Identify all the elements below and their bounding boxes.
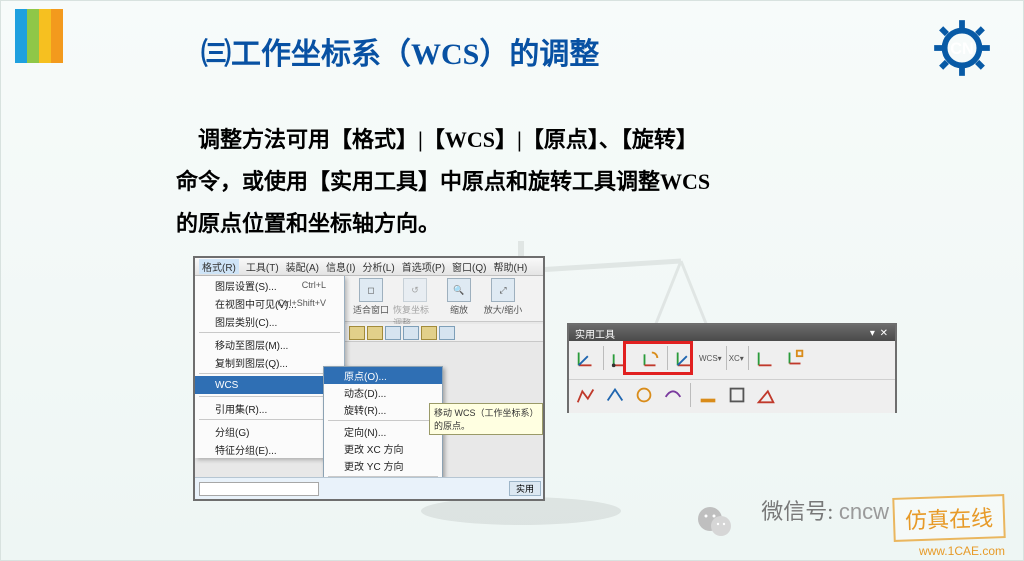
wcs-dropdown-label[interactable]: WCS▾ <box>699 354 722 363</box>
mini-icon-5[interactable] <box>421 326 437 340</box>
dd-copy-layer[interactable]: 复制到图层(Q)... <box>195 353 344 371</box>
color-stripe-decor <box>15 9 63 63</box>
row2-icon-7[interactable] <box>753 382 779 408</box>
dd-layer-settings[interactable]: 图层设置(S)...Ctrl+L <box>195 276 344 294</box>
toolbar-options-icon[interactable]: ▾ ✕ <box>870 328 889 339</box>
toolbar-title: 实用工具 ▾ ✕ <box>569 325 895 341</box>
menu-tools[interactable]: 工具(T) <box>246 259 279 274</box>
watermark-box: 仿真在线 <box>892 494 1005 542</box>
dd-refset[interactable]: 引用集(R)... <box>195 399 344 417</box>
row2-icon-5[interactable] <box>695 382 721 408</box>
dd-sep <box>199 419 340 420</box>
zoom-inout-icon: ⤢ <box>491 278 515 302</box>
sm-orient[interactable]: 定向(N)...▶ <box>324 423 442 440</box>
dd-wcs[interactable]: WCS▶ <box>195 376 344 394</box>
selection-filter[interactable] <box>199 482 319 496</box>
mini-icon-3[interactable] <box>385 326 401 340</box>
menubar: 格式(R) 工具(T) 装配(A) 信息(I) 分析(L) 首选项(P) 窗口(… <box>195 258 543 276</box>
restore-icon: ↺ <box>403 278 427 302</box>
mini-icon-2[interactable] <box>367 326 383 340</box>
selection-bar: 实用 <box>195 477 543 499</box>
zoom-icon: 🔍 <box>447 278 471 302</box>
axis-icon[interactable] <box>573 345 599 371</box>
axis-misc2-icon[interactable] <box>782 345 808 371</box>
slide-title: ㈢工作坐标系（WCS）的调整 <box>201 29 599 73</box>
dd-move-layer[interactable]: 移动至图层(M)... <box>195 335 344 353</box>
menu-prefs[interactable]: 首选项(P) <box>402 259 445 274</box>
row2-icon-2[interactable] <box>602 382 628 408</box>
axis-move-icon[interactable] <box>608 345 634 371</box>
mini-icon-4[interactable] <box>403 326 419 340</box>
zoom-inout-button[interactable]: ⤢ 放大/缩小 <box>481 278 525 316</box>
sm-origin[interactable]: 原点(O)... <box>324 367 442 384</box>
wechat-label: 微信号: cncw <box>761 494 889 526</box>
menu-help[interactable]: 帮助(H) <box>494 259 528 274</box>
sm-sep <box>328 420 438 421</box>
dd-group[interactable]: 分组(G)▶ <box>195 422 344 440</box>
sm-rotate[interactable]: 旋转(R)... <box>324 401 442 418</box>
dd-layer-visible[interactable]: 在视图中可见(V)...Ctrl+Shift+V <box>195 294 344 312</box>
menu-analysis[interactable]: 分析(L) <box>362 259 394 274</box>
menu-format[interactable]: 格式(R) <box>199 259 239 274</box>
svg-text:CN: CN <box>950 40 973 58</box>
zoom-button[interactable]: 🔍 缩放 <box>437 278 481 316</box>
dd-sep <box>199 332 340 333</box>
dd-sep <box>199 373 340 374</box>
cn-gear-logo: CN <box>933 19 991 77</box>
utility-tab[interactable]: 实用 <box>509 481 541 496</box>
sm-yc[interactable]: 更改 YC 方向 <box>324 457 442 474</box>
body-text: 调整方法可用【格式】|【WCS】|【原点】、【旋转】 命令，或使用【实用工具】中… <box>176 119 906 244</box>
mini-toolbar <box>345 324 543 342</box>
menu-screenshot: 格式(R) 工具(T) 装配(A) 信息(I) 分析(L) 首选项(P) 窗口(… <box>193 256 545 501</box>
axis-rotate-icon[interactable] <box>637 345 663 371</box>
fit-window-icon: ◻ <box>359 278 383 302</box>
mini-icon-1[interactable] <box>349 326 365 340</box>
dd-layer-category[interactable]: 图层类别(C)... <box>195 312 344 330</box>
top-toolbar: ◻ 适合窗口 ↺ 恢复坐标调整 🔍 缩放 ⤢ 放大/缩小 <box>345 276 543 322</box>
menu-window[interactable]: 窗口(Q) <box>452 259 486 274</box>
sm-dynamic[interactable]: 动态(D)... <box>324 384 442 401</box>
row2-icon-1[interactable] <box>573 382 599 408</box>
sm-xc[interactable]: 更改 XC 方向 <box>324 440 442 457</box>
dd-sep <box>199 396 340 397</box>
axis-orient-icon[interactable] <box>672 345 698 371</box>
row2-icon-6[interactable] <box>724 382 750 408</box>
axis-misc1-icon[interactable] <box>753 345 779 371</box>
dd-feature-group[interactable]: 特征分组(E)... <box>195 440 344 458</box>
watermark-url: www.1CAE.com <box>919 544 1005 558</box>
wechat-logo-icon <box>695 502 735 542</box>
mini-icon-6[interactable] <box>439 326 455 340</box>
tooltip: 移动 WCS（工作坐标系）的原点。 <box>429 403 543 435</box>
fit-window-button[interactable]: ◻ 适合窗口 <box>349 278 393 316</box>
menu-info[interactable]: 信息(I) <box>326 259 355 274</box>
utility-toolbar-screenshot: 实用工具 ▾ ✕ WCS▾ XC▾ <box>567 323 897 413</box>
restore-button[interactable]: ↺ 恢复坐标调整 <box>393 278 437 329</box>
row2-icon-3[interactable] <box>631 382 657 408</box>
row2-icon-4[interactable] <box>660 382 686 408</box>
xc-dropdown-label[interactable]: XC▾ <box>729 354 744 363</box>
menu-assembly[interactable]: 装配(A) <box>286 259 319 274</box>
